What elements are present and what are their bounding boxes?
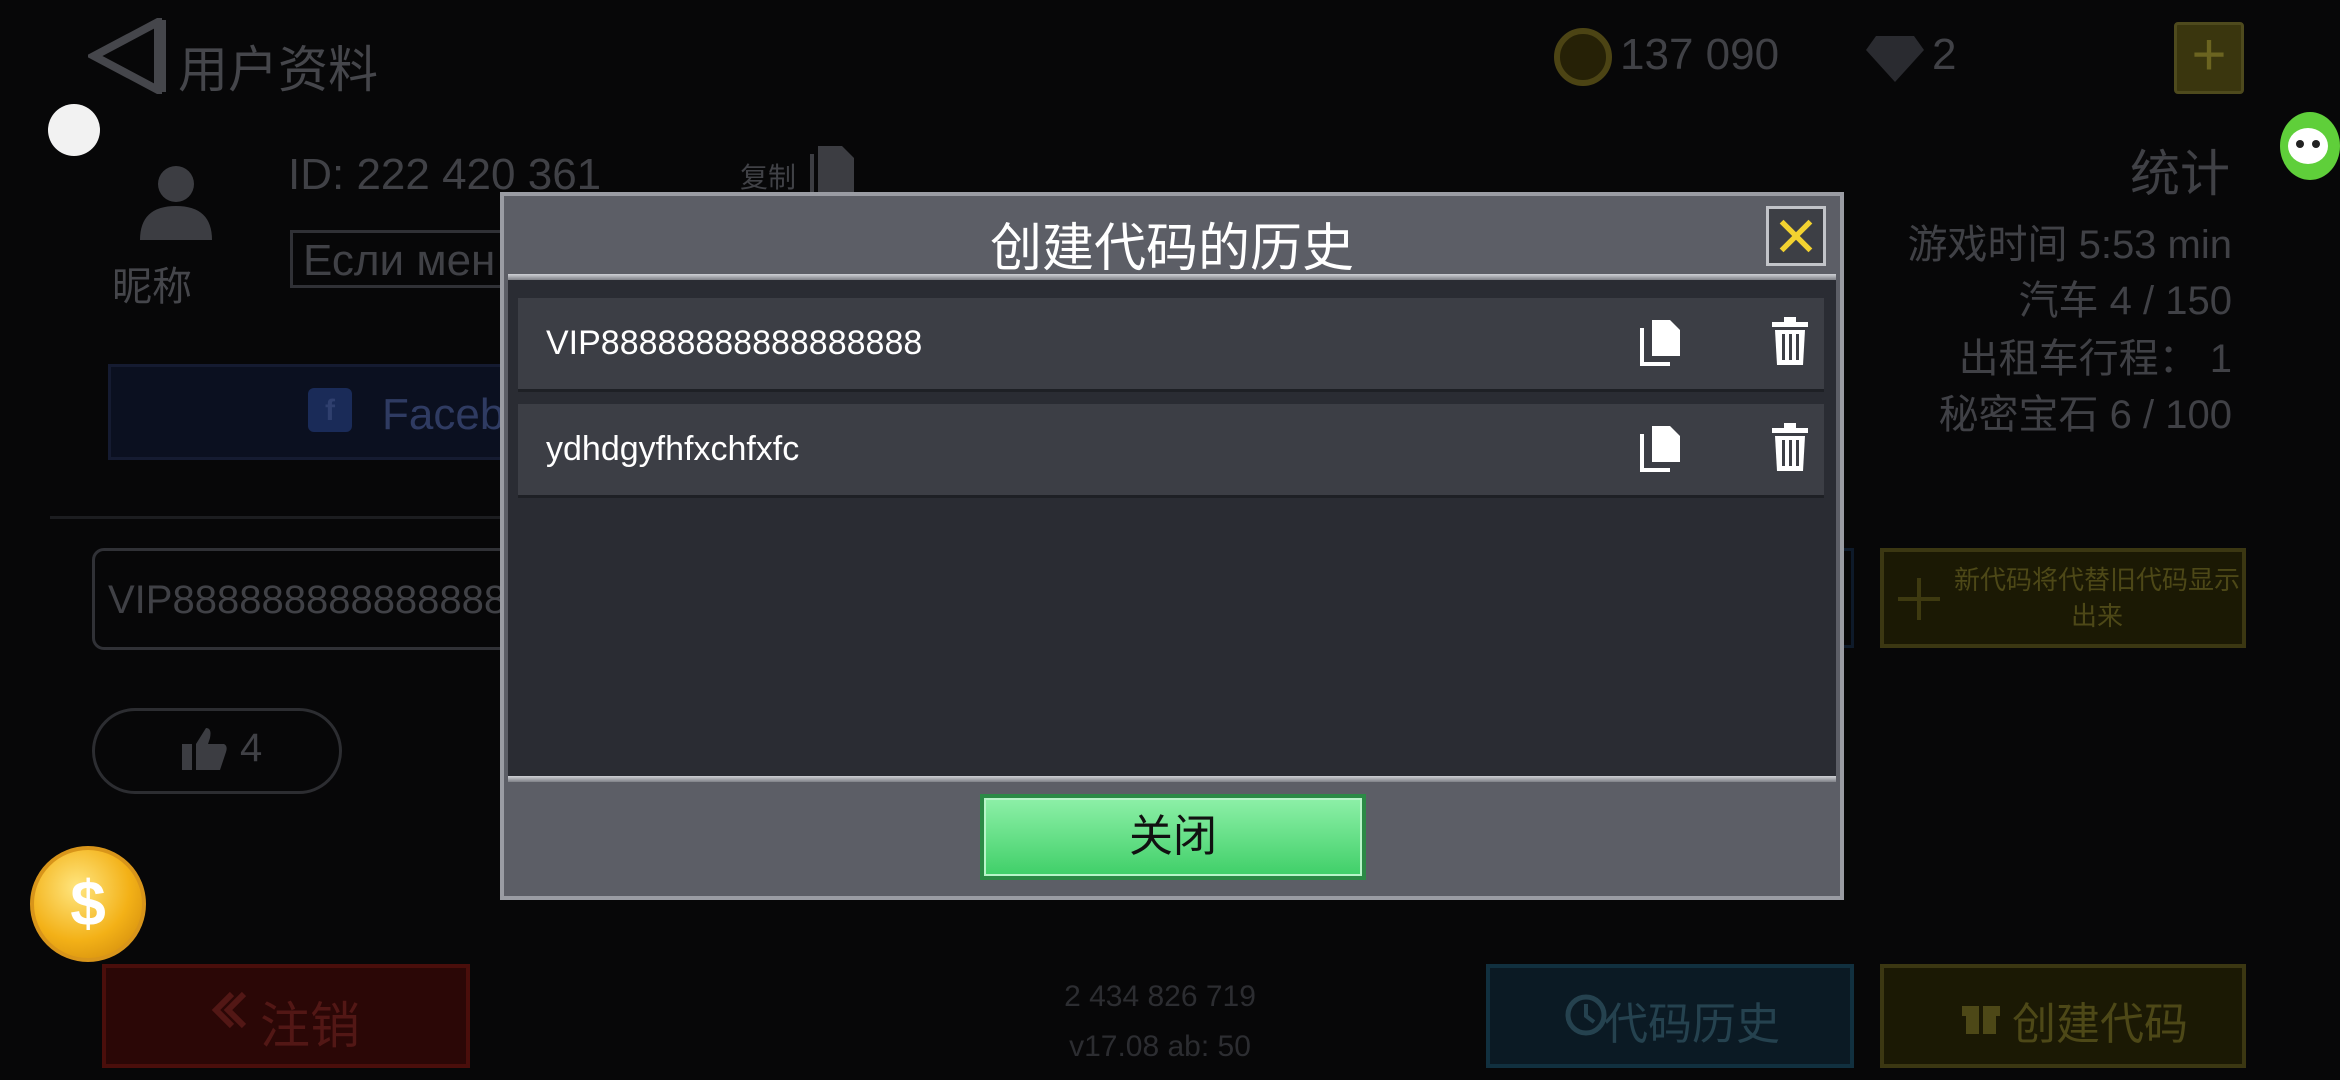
avatar-icon	[140, 166, 212, 240]
history-item-code: VIP88888888888888888	[546, 324, 923, 362]
like-count: 4	[240, 726, 263, 770]
stats-cars: 汽车 4 / 150	[2018, 279, 2232, 323]
logout-label: 注销	[260, 998, 360, 1054]
close-icon[interactable]	[1766, 206, 1826, 266]
add-currency-button[interactable]: +	[2174, 22, 2244, 94]
coin-shop-icon[interactable]: $	[30, 846, 146, 962]
facebook-icon: f	[308, 388, 352, 432]
code-history-label: 代码历史	[1604, 1000, 1780, 1049]
coin-balance: 137 090	[1620, 30, 1780, 79]
mascot-icon[interactable]	[2268, 96, 2340, 192]
floating-dot[interactable]	[48, 104, 100, 156]
trash-icon[interactable]	[1770, 422, 1810, 472]
stats-taxi: 出租车行程： 1	[1958, 337, 2232, 381]
gem-balance: 2	[1932, 30, 1957, 79]
divider	[50, 516, 510, 519]
copy-icon[interactable]	[808, 144, 856, 198]
gift-icon	[1962, 1006, 2000, 1034]
create-code-label: 创建代码	[2012, 1000, 2188, 1049]
trash-icon[interactable]	[1770, 316, 1810, 366]
logout-arrow-icon	[211, 991, 247, 1029]
stats-play-time: 游戏时间 5:53 min	[1907, 223, 2232, 267]
copy-icon[interactable]	[1638, 424, 1682, 474]
copy-icon[interactable]	[1638, 318, 1682, 368]
coin-icon	[1554, 28, 1612, 86]
close-button[interactable]: 关闭	[980, 794, 1366, 880]
page-title: 用户资料	[178, 42, 378, 98]
thumbs-up-icon	[182, 728, 227, 770]
history-item-code: ydhdgyfhfxchfxfc	[546, 430, 800, 468]
diamond-icon	[1866, 36, 1924, 82]
stats-gems: 秘密宝石 6 / 100	[1938, 393, 2232, 437]
stats-title: 统计	[2130, 146, 2230, 202]
version-label: v17.08 ab: 50	[1069, 1030, 1251, 1063]
back-arrow-icon[interactable]	[88, 18, 170, 94]
account-number: 2 434 826 719	[1064, 980, 1256, 1013]
copy-id-label[interactable]: 复制	[740, 156, 796, 196]
new-code-hint: 新代码将代替旧代码显示出来	[1953, 565, 2240, 631]
history-icon	[1565, 994, 1607, 1036]
dialog-title: 创建代码的历史	[989, 220, 1354, 278]
nickname-label: 昵称	[112, 265, 192, 309]
plus-icon	[1898, 578, 1940, 620]
